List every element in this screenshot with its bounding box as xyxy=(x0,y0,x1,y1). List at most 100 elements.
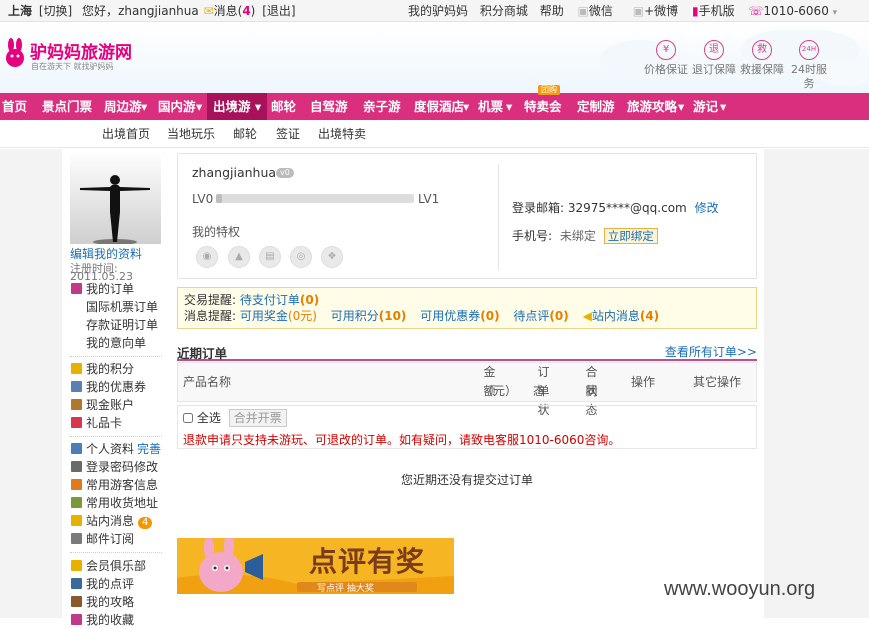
guide-icon xyxy=(71,596,82,607)
nav-item-sale[interactable]: 特卖会 xyxy=(524,93,562,120)
sidebar-item[interactable]: 存款证明订单 xyxy=(71,316,158,334)
sidebar-item[interactable]: 我的意向单 xyxy=(71,334,146,352)
orders-table-header: 产品名称 金额 （元） 订单状态 合同 状态 操作 其它操作 xyxy=(177,362,757,417)
traveler-icon xyxy=(71,479,82,490)
recent-orders-title: 近期订单 xyxy=(177,346,228,361)
complete-profile-link[interactable]: 完善 xyxy=(137,442,161,456)
privilege-4-icon[interactable]: ◎ xyxy=(290,246,312,268)
nav-item-selfdrive[interactable]: 自驾游 xyxy=(310,93,348,120)
nav-item-family[interactable]: 亲子游 xyxy=(363,93,401,120)
phone-icon: ☏ xyxy=(748,4,764,18)
sidebar-item-label: 我的优惠券 xyxy=(86,380,147,394)
review-prize-banner[interactable]: 点评有奖 写点评 抽大奖 xyxy=(177,538,454,594)
to-review-value: (0) xyxy=(549,309,569,323)
bonus-value: (0元) xyxy=(287,309,317,323)
nav-item-hotel[interactable]: 度假酒店 xyxy=(414,93,464,120)
points-mall-link[interactable]: 积分商城 xyxy=(480,0,528,22)
sidebar-item[interactable]: 礼品卡 xyxy=(71,414,122,432)
select-all-checkbox[interactable] xyxy=(183,413,193,423)
subnav-item-sale[interactable]: 出境特卖 xyxy=(318,120,366,148)
site-msg-value: (4) xyxy=(639,309,660,323)
nav-item-outbound[interactable]: 出境游 ▾ xyxy=(207,93,268,120)
avatar[interactable] xyxy=(70,154,161,244)
trade-reminder-label: 交易提醒: xyxy=(184,293,237,307)
weibo-link[interactable]: +微博 xyxy=(644,0,678,22)
sidebar-item[interactable]: 我的攻略 xyxy=(71,593,134,611)
privilege-2-icon[interactable]: ▲ xyxy=(228,246,250,268)
sidebar-item[interactable]: 邮件订阅 xyxy=(71,530,134,548)
service-rescue-guarantee[interactable]: 救 救援保障 xyxy=(740,40,784,77)
nav-item-tickets[interactable]: 景点门票 xyxy=(42,93,92,120)
email-label: 登录邮箱: xyxy=(512,201,565,215)
sidebar-item[interactable]: 我的积分 xyxy=(71,360,134,378)
site-msg-link[interactable]: 站内消息 xyxy=(592,309,640,323)
subnav-item-home[interactable]: 出境首页 xyxy=(102,120,150,148)
sidebar-item-label: 存款证明订单 xyxy=(86,318,159,332)
sidebar-divider xyxy=(70,356,162,357)
service-price-guarantee[interactable]: ¥ 价格保证 xyxy=(644,40,688,77)
sidebar-item[interactable]: 站内消息 4 xyxy=(71,512,153,530)
empty-orders-text: 您近期还没有提交过订单 xyxy=(400,473,533,487)
mobile-link[interactable]: 手机版 xyxy=(699,0,735,22)
favorite-icon xyxy=(71,614,82,625)
wechat-link[interactable]: 微信 xyxy=(589,0,613,22)
merge-invoice-button[interactable]: 合并开票 xyxy=(228,409,287,427)
level-badge: v0 xyxy=(276,168,294,178)
sidebar-item-label: 个人资料 xyxy=(86,442,135,456)
sidebar-item[interactable]: 个人资料 完善 xyxy=(71,440,161,458)
nav-item-nearby[interactable]: 周边游 xyxy=(104,93,142,120)
subnav-item-cruise[interactable]: 邮轮 xyxy=(233,120,257,148)
nav-item-notes[interactable]: 游记 xyxy=(693,93,718,120)
service-refund-guarantee[interactable]: 退 退订保障 xyxy=(692,40,736,77)
sidebar-item[interactable]: 我的点评 xyxy=(71,575,134,593)
main-nav: 首页 景点门票 周边游 ▾ 国内游 ▾ 出境游 ▾ 邮轮 自驾游 亲子游 度假酒… xyxy=(0,85,869,120)
sidebar-item[interactable]: 我的优惠券 xyxy=(71,378,146,396)
nav-item-domestic[interactable]: 国内游 xyxy=(158,93,196,120)
sidebar-item-label: 站内消息 xyxy=(86,514,135,528)
sidebar-item[interactable]: 现金账户 xyxy=(71,396,134,414)
right-gutter xyxy=(764,149,869,618)
sidebar-item[interactable]: 我的收藏 xyxy=(71,611,134,629)
giftcard-icon xyxy=(71,417,82,428)
privilege-5-icon[interactable]: ❖ xyxy=(321,246,343,268)
privilege-1-icon[interactable]: ◉ xyxy=(196,246,218,268)
messages-link[interactable]: 消息(4) xyxy=(214,0,256,22)
sidebar-item[interactable]: 登录密码修改 xyxy=(71,458,158,476)
banner-title: 点评有奖 xyxy=(309,545,426,578)
view-all-orders-link[interactable]: 查看所有订单>> xyxy=(665,343,757,360)
coupons-link[interactable]: 可用优惠券 xyxy=(420,309,480,323)
sidebar-item[interactable]: 我的订单 xyxy=(71,280,134,298)
chevron-down-icon[interactable]: ▾ xyxy=(833,2,838,24)
points-link[interactable]: 可用积分 xyxy=(331,309,379,323)
profile-icon xyxy=(71,443,82,454)
col-action: 操作 xyxy=(630,375,655,389)
sidebar-item[interactable]: 常用游客信息 xyxy=(71,476,158,494)
nav-item-flights[interactable]: 机票 xyxy=(478,93,503,120)
nav-item-custom[interactable]: 定制游 xyxy=(577,93,615,120)
subnav-item-local[interactable]: 当地玩乐 xyxy=(167,120,215,148)
switch-city-link[interactable]: [切换] xyxy=(39,0,72,22)
message-icon xyxy=(71,515,82,526)
service-24h[interactable]: 24H 24时服务 xyxy=(787,40,831,91)
subnav-item-visa[interactable]: 签证 xyxy=(276,120,300,148)
profile-divider xyxy=(498,164,499,270)
my-account-link[interactable]: 我的驴妈妈 xyxy=(408,0,468,22)
sidebar-item[interactable]: 常用收货地址 xyxy=(71,494,158,512)
bonus-link[interactable]: 可用奖金 xyxy=(240,309,288,323)
logout-link[interactable]: [退出] xyxy=(262,0,295,22)
pending-pay-link[interactable]: 待支付订单 xyxy=(240,293,300,307)
sidebar-item[interactable]: 会员俱乐部 xyxy=(71,557,146,575)
help-link[interactable]: 帮助 xyxy=(540,0,564,22)
to-review-link[interactable]: 待点评 xyxy=(513,309,549,323)
modify-email-link[interactable]: 修改 xyxy=(695,201,719,215)
nav-item-cruise[interactable]: 邮轮 xyxy=(271,93,296,120)
nav-item-home[interactable]: 首页 xyxy=(2,93,27,120)
site-logo[interactable]: 驴妈妈旅游网 自在游天下 就找驴妈妈 xyxy=(0,36,160,76)
yen-icon: ¥ xyxy=(656,40,676,60)
sidebar-item-label: 我的点评 xyxy=(86,577,135,591)
bind-phone-button[interactable]: 立即绑定 xyxy=(603,228,658,244)
sidebar-item[interactable]: 国际机票订单 xyxy=(71,298,158,316)
nav-item-guide[interactable]: 旅游攻略 xyxy=(627,93,677,120)
privilege-3-icon[interactable]: ▤ xyxy=(259,246,281,268)
username-link[interactable]: zhangjianhua xyxy=(118,0,199,22)
